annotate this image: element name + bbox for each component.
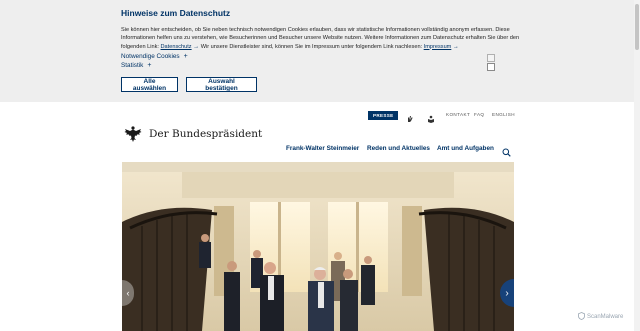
cookie-banner: Hinweise zum Datenschutz Sie können hier… (0, 0, 640, 102)
easy-language-icon[interactable] (427, 110, 435, 128)
cookie-text-2: Wir unsere Dienstleister sind, können Si… (200, 43, 423, 50)
chevron-right-icon: › (505, 287, 509, 299)
cookie-title: Hinweise zum Datenschutz (121, 8, 231, 18)
watermark-text: ScanMalware (587, 314, 624, 320)
chevron-left-icon: ‹ (126, 288, 130, 298)
plus-icon[interactable]: + (147, 62, 151, 69)
select-all-button[interactable]: Alle auswählen (121, 77, 178, 92)
kontakt-link[interactable]: KONTAKT (446, 112, 470, 117)
faq-link[interactable]: FAQ (474, 112, 484, 117)
site-logo[interactable]: Der Bundespräsident (123, 124, 262, 144)
search-icon[interactable] (502, 144, 511, 162)
plus-icon[interactable]: + (184, 53, 188, 60)
cookie-description: Sie können hier entscheiden, ob Sie nebe… (121, 26, 521, 51)
impressum-link[interactable]: Impressum (424, 44, 452, 50)
watermark: ScanMalware (578, 312, 623, 322)
nav-steinmeier[interactable]: Frank-Walter Steinmeier (286, 145, 359, 152)
shield-icon (578, 312, 585, 322)
checkbox-statistik[interactable] (487, 63, 495, 71)
nav-reden-aktuelles[interactable]: Reden und Aktuelles (367, 145, 430, 152)
datenschutz-link[interactable]: Datenschutz (161, 44, 192, 50)
scrollbar-thumb[interactable] (635, 4, 639, 50)
arrow-right-icon: → (193, 43, 200, 50)
presse-button[interactable]: PRESSE (368, 110, 399, 120)
hero-photo (122, 162, 514, 331)
english-link[interactable]: ENGLISH (492, 112, 515, 117)
eagle-icon (124, 126, 142, 142)
site-name: Der Bundespräsident (149, 128, 263, 140)
hero-image (122, 162, 514, 331)
sign-language-icon[interactable] (406, 110, 414, 128)
cookie-banner-content: Hinweise zum Datenschutz Sie können hier… (121, 8, 521, 51)
arrow-right-icon: → (452, 43, 459, 50)
option-statistik[interactable]: Statistik + (121, 62, 151, 69)
nav-amt-aufgaben[interactable]: Amt und Aufgaben (437, 145, 494, 152)
option-label: Notwendige Cookies (121, 53, 180, 60)
option-label: Statistik (121, 62, 144, 69)
checkbox-notwendige-cookies[interactable] (487, 54, 495, 62)
utility-bar: PRESSE (368, 110, 399, 120)
option-notwendige-cookies[interactable]: Notwendige Cookies + (121, 53, 188, 60)
confirm-selection-button[interactable]: Auswahl bestätigen (186, 77, 257, 92)
